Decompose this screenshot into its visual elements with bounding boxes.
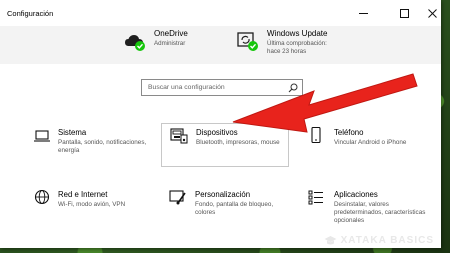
tile-dispositivos-title: Dispositivos: [196, 128, 238, 137]
tile-aplicaciones-title: Aplicaciones: [334, 190, 378, 199]
windows-update-title: Windows Update: [267, 29, 328, 38]
tile-personalizacion[interactable]: Personalización Fondo, pantalla de bloqu…: [161, 186, 289, 228]
windows-update-item[interactable]: Windows Update Última comprobación: hace…: [236, 26, 356, 64]
onedrive-item[interactable]: OneDrive Administrar: [123, 26, 213, 64]
tile-personalizacion-title: Personalización: [195, 190, 251, 199]
printer-keyboard-icon: [170, 128, 188, 144]
tile-personalizacion-desc: Fondo, pantalla de bloqueo, colores: [195, 201, 274, 216]
onedrive-title: OneDrive: [154, 29, 188, 38]
close-button[interactable]: [422, 4, 442, 22]
windows-update-icon: [237, 32, 258, 51]
brush-icon: [169, 190, 186, 205]
minimize-icon: [358, 12, 368, 14]
onedrive-subtitle: Administrar: [154, 40, 186, 47]
tile-red-internet-title: Red e Internet: [58, 190, 108, 199]
laptop-icon: [34, 130, 50, 142]
tile-sistema-desc: Pantalla, sonido, notificaciones, energí…: [58, 139, 147, 154]
tile-telefono-desc: Vincular Android o iPhone: [334, 139, 407, 146]
watermark-text: XATAKA BASICS: [340, 235, 434, 246]
close-icon: [427, 8, 437, 18]
settings-window: Configuración OneDrive Administrar Windo…: [0, 0, 441, 248]
tile-telefono[interactable]: Teléfono Vincular Android o iPhone: [303, 124, 431, 166]
phone-icon: [311, 127, 321, 143]
tile-dispositivos[interactable]: Dispositivos Bluetooth, impresoras, mous…: [161, 123, 289, 167]
apps-list-icon: [308, 190, 323, 205]
tile-aplicaciones[interactable]: Aplicaciones Desinstalar, valores predet…: [303, 186, 433, 228]
tile-aplicaciones-desc: Desinstalar, valores predeterminados, ca…: [334, 201, 426, 224]
globe-icon: [34, 189, 50, 205]
search-placeholder: Buscar una configuración: [148, 84, 225, 91]
tile-telefono-title: Teléfono: [334, 128, 364, 137]
tile-red-internet-desc: Wi-Fi, modo avión, VPN: [58, 201, 126, 208]
maximize-button[interactable]: [394, 4, 414, 22]
search-icon: [288, 83, 298, 93]
windows-update-subtitle: Última comprobación: hace 23 horas: [267, 40, 327, 55]
title-bar: Configuración: [0, 0, 441, 26]
xataka-watermark: XATAKA BASICS: [324, 235, 434, 246]
tile-dispositivos-desc: Bluetooth, impresoras, mouse: [196, 139, 280, 146]
graduation-cap-icon: [324, 236, 337, 245]
tile-red-internet[interactable]: Red e Internet Wi-Fi, modo avión, VPN: [28, 186, 148, 228]
onedrive-cloud-icon: [125, 35, 145, 51]
tile-sistema-title: Sistema: [58, 128, 87, 137]
maximize-icon: [399, 8, 409, 18]
header-strip: OneDrive Administrar Windows Update Últi…: [0, 26, 441, 64]
search-input[interactable]: Buscar una configuración: [141, 79, 303, 96]
minimize-button[interactable]: [353, 4, 373, 22]
tile-sistema[interactable]: Sistema Pantalla, sonido, notificaciones…: [28, 124, 148, 166]
window-title: Configuración: [7, 9, 54, 18]
